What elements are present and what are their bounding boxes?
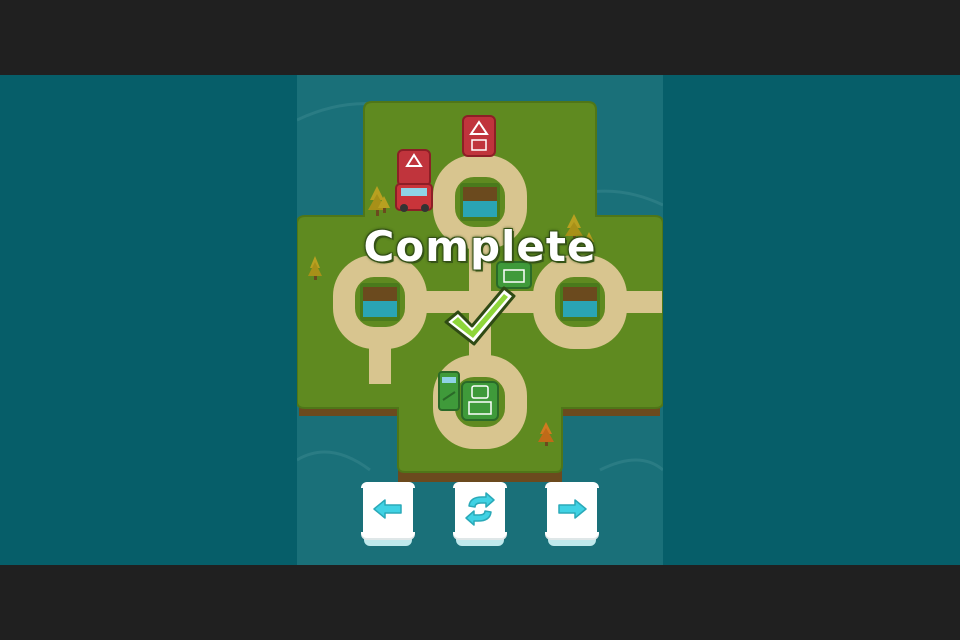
pond-plot <box>560 283 600 321</box>
next-level-button[interactable] <box>543 482 601 548</box>
green-garage <box>461 381 499 421</box>
pond-plot <box>460 183 500 221</box>
previous-level-button[interactable] <box>359 482 417 548</box>
letterbox-top <box>0 0 960 75</box>
red-garage <box>462 115 496 157</box>
restart-level-button[interactable] <box>451 482 509 548</box>
checkmark-icon <box>444 286 516 346</box>
pond-plot <box>360 283 400 321</box>
arrow-right-icon <box>558 499 587 519</box>
green-car <box>438 371 460 411</box>
letterbox-bottom <box>0 565 960 640</box>
water-wave <box>599 458 663 472</box>
water-wave <box>297 450 371 472</box>
red-truck <box>395 149 433 212</box>
restart-icon <box>465 492 495 526</box>
level-complete-text: Complete <box>363 222 597 271</box>
arrow-left-icon <box>373 499 402 519</box>
